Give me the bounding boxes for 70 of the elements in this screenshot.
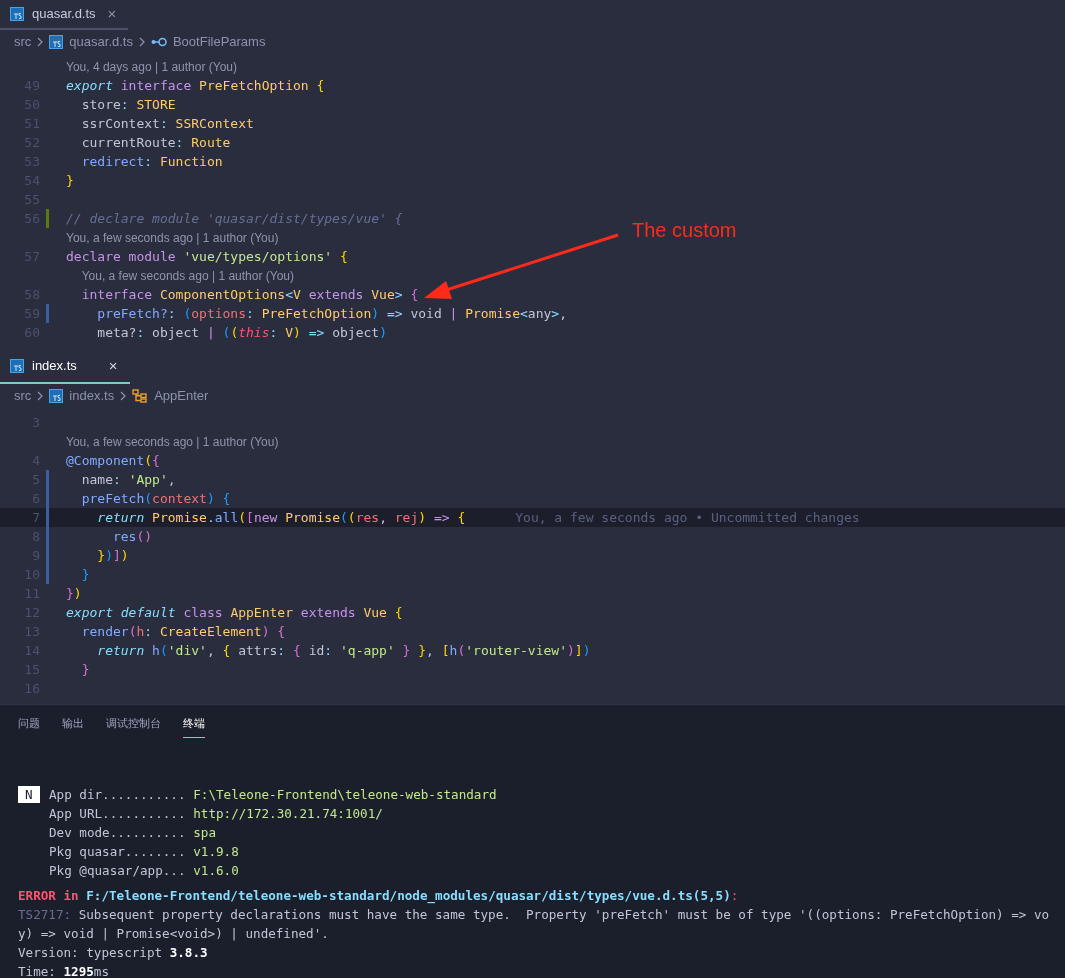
breadcrumb-item[interactable]: index.ts	[69, 385, 115, 406]
terminal-label: App dir...........	[49, 786, 186, 804]
code-line: return Promise.all([new Promise((res, rej) => {	[96, 508, 466, 527]
interface-symbol-icon	[150, 36, 167, 47]
chevron-right-icon	[37, 36, 44, 47]
code-line: declare module 'vue/types/options' {	[66, 247, 348, 266]
code-line: export interface PreFetchOption {	[66, 76, 325, 95]
version-line: Version: typescript 3.8.3	[18, 944, 209, 962]
code-lens[interactable]: You, a few seconds ago | 1 author (You)	[66, 228, 279, 247]
typescript-file-icon	[49, 34, 64, 49]
code-line: @Component({	[66, 451, 160, 470]
code-line: meta?: object | ((this: V) => object)	[96, 323, 387, 342]
error-line: ERROR in F:/Teleone-Frontend/teleone-web-standard/node_modules/quasar/dist/types/vue.d.ts(5,5):	[18, 887, 740, 905]
code-line: redirect: Function	[80, 152, 223, 171]
chevron-right-icon	[120, 390, 127, 401]
breadcrumb-item[interactable]: BootFileParams	[172, 31, 266, 52]
panel-tab[interactable]: 终端	[183, 715, 205, 738]
error-message: TS2717: Subsequent property declarations must have the same type. Property 'preFetch' must be of type '((options: PreFetchOption) => vo	[18, 906, 1051, 924]
terminal-value: v1.9.8	[193, 843, 239, 861]
code-line: }	[80, 660, 90, 679]
badge: N	[18, 786, 40, 803]
code-line: res()	[111, 527, 153, 546]
class-symbol-icon	[132, 388, 149, 403]
error-message: y) => void | Promise<void>) | undefined'.	[18, 925, 330, 943]
code-line: })	[66, 584, 82, 603]
code-line: ssrContext: SSRContext	[80, 114, 254, 133]
close-icon[interactable]: ×	[108, 354, 118, 378]
code-line: }	[66, 171, 74, 190]
typescript-file-icon	[10, 7, 24, 21]
code-line: render(h: CreateElement) {	[80, 622, 286, 641]
terminal-value: v1.6.0	[193, 862, 239, 880]
code-line: preFetch?: (options: PreFetchOption) => void | Promise<any>,	[96, 304, 567, 323]
time-line: Time: 1295ms	[18, 963, 111, 978]
line-number: 7	[31, 508, 40, 527]
breadcrumb-item[interactable]: AppEnter	[154, 385, 209, 406]
breadcrumb-item[interactable]: src	[14, 385, 32, 406]
code-line: // declare module 'quasar/dist/types/vue' {	[66, 209, 403, 228]
typescript-file-icon	[49, 388, 64, 403]
tab-label: quasar.d.ts	[32, 5, 96, 24]
code-lens[interactable]: You, a few seconds ago | 1 author (You)	[66, 432, 279, 451]
breadcrumb-item[interactable]: src	[14, 31, 32, 52]
terminal-label: Dev mode..........	[49, 824, 186, 842]
code-lens[interactable]: You, 4 days ago | 1 author (You)	[66, 57, 238, 76]
panel-tab[interactable]: 输出	[62, 715, 84, 738]
annotation-text: The custom	[632, 218, 737, 243]
code-line: currentRoute: Route	[80, 133, 231, 152]
code-line: preFetch(context) {	[80, 489, 231, 508]
terminal-label: App URL...........	[49, 805, 186, 823]
panel-tab[interactable]: 问题	[18, 715, 40, 738]
terminal-label: Pkg @quasar/app...	[49, 862, 186, 880]
tab-label: index.ts	[32, 357, 77, 376]
code-line: export default class AppEnter extends Vue {	[66, 603, 403, 622]
code-line: store: STORE	[80, 95, 176, 114]
typescript-file-icon	[10, 359, 24, 373]
chevron-right-icon	[37, 390, 44, 401]
terminal-value: spa	[193, 824, 217, 842]
breadcrumb-item[interactable]: quasar.d.ts	[69, 31, 133, 52]
code-line: interface ComponentOptions<V extends Vue> {	[80, 285, 419, 304]
terminal-label: Pkg quasar........	[49, 843, 186, 861]
code-line: return h('div', { attrs: { id: 'q-app' } }, [h('router-view')])	[96, 641, 591, 660]
inline-blame: You, a few seconds ago • Uncommitted changes	[515, 508, 860, 527]
close-icon[interactable]: ×	[107, 2, 117, 26]
terminal-value: F:\Teleone-Frontend\teleone-web-standard	[193, 786, 497, 804]
code-lens[interactable]: You, a few seconds ago | 1 author (You)	[81, 266, 295, 285]
terminal-value: http://172.30.21.74:1001/	[193, 805, 383, 823]
code-line: name: 'App',	[80, 470, 176, 489]
code-line: })])	[96, 546, 129, 565]
chevron-right-icon	[138, 36, 145, 47]
panel-tab[interactable]: 调试控制台	[106, 715, 161, 738]
code-line: }	[80, 565, 90, 584]
